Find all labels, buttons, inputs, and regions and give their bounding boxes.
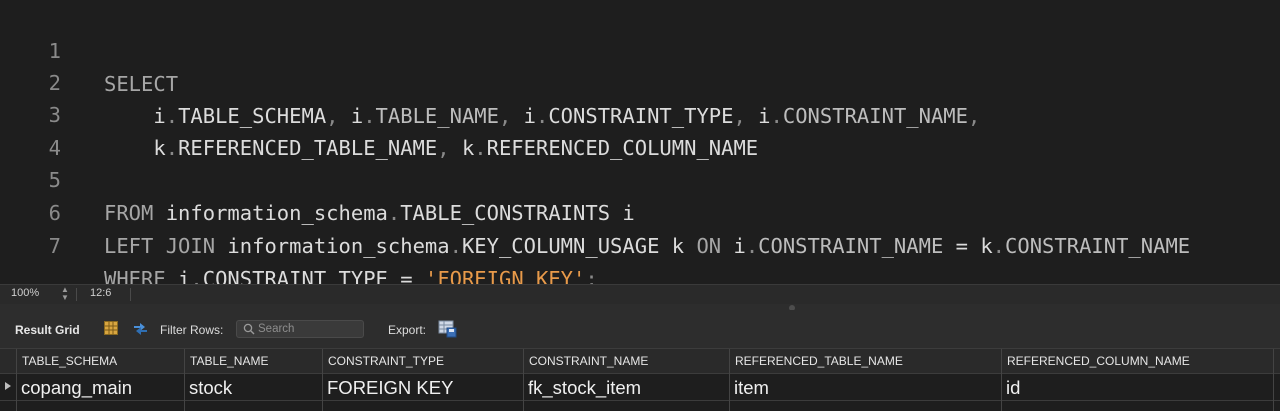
column-divider [1273, 401, 1274, 411]
grid-header-row: TABLE_SCHEMA TABLE_NAME CONSTRAINT_TYPE … [0, 348, 1280, 375]
status-divider [130, 288, 131, 301]
code-token: CONSTRAINT_NAME [758, 234, 944, 258]
zoom-stepper-icon[interactable]: ▲ ▼ [60, 286, 70, 302]
code-token: WHERE [104, 267, 166, 284]
filter-search-box[interactable] [236, 320, 364, 338]
code-token: i [721, 234, 746, 258]
empty-table-row[interactable] [0, 401, 1280, 411]
code-token: LEFT JOIN [104, 234, 216, 258]
cursor-position: 12:6 [90, 287, 112, 299]
column-header[interactable]: REFERENCED_TABLE_NAME [729, 349, 1001, 375]
table-cell[interactable]: FOREIGN KEY [322, 374, 523, 401]
table-cell[interactable]: fk_stock_item [523, 374, 729, 401]
column-header[interactable]: TABLE_SCHEMA [16, 349, 184, 375]
code-token: . [190, 267, 203, 284]
column-divider [523, 401, 524, 411]
code-line-6: 6 LEFT JOIN information_schema.KEY_COLUM… [0, 164, 1280, 258]
table-cell[interactable]: copang_main [16, 374, 184, 401]
code-token: CONSTRAINT_TYPE = [202, 267, 425, 284]
line-number: 7 [48, 234, 61, 258]
results-toolbar: Result Grid Filter Rows: Export: [0, 310, 1280, 348]
code-token: ; [585, 267, 598, 284]
code-text[interactable]: WHERE i.CONSTRAINT_TYPE = 'FOREIGN KEY'; [104, 263, 598, 284]
code-token: i [165, 267, 191, 284]
zoom-level: 100% [11, 287, 40, 299]
column-header[interactable]: CONSTRAINT_TYPE [322, 349, 523, 375]
column-divider [184, 401, 185, 411]
current-row-marker-icon [5, 382, 11, 390]
column-header[interactable]: REFERENCED_COLUMN_NAME [1001, 349, 1273, 375]
code-line-3: 3 k.REFERENCED_TABLE_NAME, k.REFERENCED_… [0, 66, 1280, 160]
code-line-1: 1 SELECT [0, 2, 1280, 96]
result-grid-tab[interactable]: Result Grid [15, 323, 80, 337]
code-text[interactable]: LEFT JOIN information_schema.KEY_COLUMN_… [104, 230, 1190, 263]
code-token: KEY_COLUMN_USAGE k [461, 234, 697, 258]
export-icon[interactable] [438, 320, 457, 338]
result-grid[interactable]: TABLE_SCHEMA TABLE_NAME CONSTRAINT_TYPE … [0, 348, 1280, 411]
code-line-2: 2 i.TABLE_SCHEMA, i.TABLE_NAME, i.CONSTR… [0, 34, 1280, 128]
refresh-icon[interactable] [132, 320, 149, 336]
sql-editor[interactable]: 1 SELECT 2 i.TABLE_SCHEMA, i.TABLE_NAME,… [0, 0, 1280, 284]
filter-rows-label: Filter Rows: [160, 323, 224, 337]
code-token: 'FOREIGN KEY' [424, 267, 586, 284]
code-token: ON [696, 234, 722, 258]
column-divider [729, 401, 730, 411]
column-divider [16, 401, 17, 411]
column-header-filler [1273, 349, 1280, 375]
code-token: . [992, 234, 1006, 258]
code-line-7: 7 WHERE i.CONSTRAINT_TYPE = 'FOREIGN KEY… [0, 197, 1280, 284]
code-token: . [449, 234, 462, 258]
workbench-window: 1 SELECT 2 i.TABLE_SCHEMA, i.TABLE_NAME,… [0, 0, 1280, 411]
code-line-4: 4 [0, 99, 1280, 160]
grid-icon[interactable] [104, 321, 118, 335]
column-divider [322, 401, 323, 411]
column-divider [1001, 401, 1002, 411]
export-label: Export: [388, 323, 427, 337]
column-header[interactable]: CONSTRAINT_NAME [523, 349, 729, 375]
search-icon [243, 323, 255, 335]
table-cell-filler [1273, 374, 1280, 401]
column-header[interactable]: TABLE_NAME [184, 349, 322, 375]
table-cell[interactable]: stock [184, 374, 322, 401]
table-row[interactable]: copang_main stock FOREIGN KEY fk_stock_i… [0, 374, 1280, 401]
editor-status-bar: 100% ▲ ▼ 12:6 [0, 284, 1280, 304]
table-cell[interactable]: id [1001, 374, 1273, 401]
filter-search-input[interactable] [258, 322, 358, 336]
code-token: . [745, 234, 759, 258]
code-token: information_schema [215, 234, 450, 258]
status-divider [76, 288, 77, 301]
code-token: = [943, 234, 981, 258]
table-cell[interactable]: item [729, 374, 1001, 401]
code-line-5: 5 FROM information_schema.TABLE_CONSTRAI… [0, 131, 1280, 225]
code-token: k [980, 234, 993, 258]
code-token: CONSTRAINT_NAME [1005, 234, 1191, 258]
